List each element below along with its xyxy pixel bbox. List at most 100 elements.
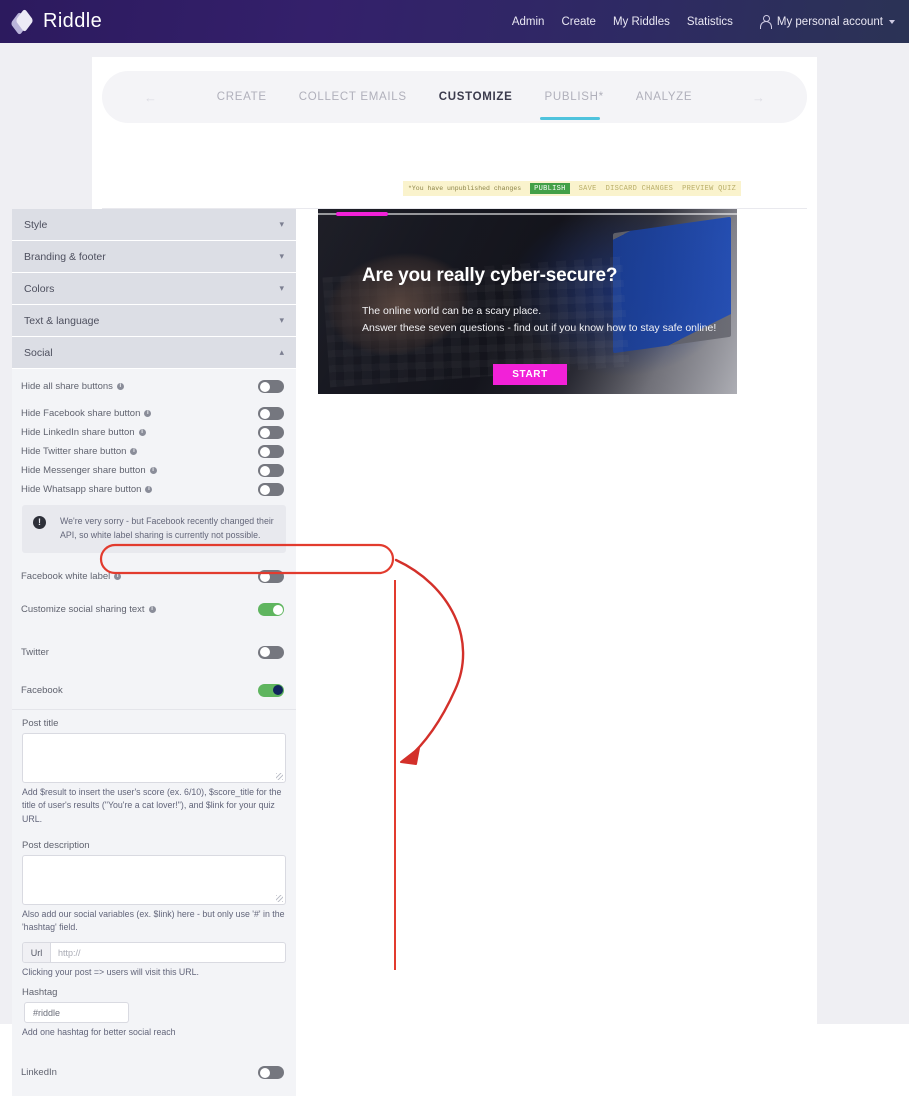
- info-icon[interactable]: i: [149, 467, 157, 474]
- toggle-label-hide-messenger-share: Hide Messenger share button: [21, 465, 146, 476]
- accordion-item-social[interactable]: Social ▴: [12, 337, 296, 369]
- arrow-right-icon[interactable]: →: [752, 90, 765, 105]
- chevron-down-icon: ▾: [279, 315, 284, 325]
- toggle-row-twitter: Twitter: [12, 633, 296, 671]
- save-button[interactable]: SAVE: [579, 185, 597, 193]
- url-hint: Clicking your post => users will visit t…: [22, 967, 199, 978]
- discard-changes-button[interactable]: DISCARD CHANGES: [606, 185, 674, 193]
- post-title-input[interactable]: [22, 733, 286, 784]
- accordion-label-text-language: Text & language: [24, 314, 100, 327]
- toggle-linkedin[interactable]: [258, 1066, 284, 1080]
- toggle-facebook[interactable]: [258, 683, 284, 697]
- publish-button[interactable]: PUBLISH: [530, 183, 570, 194]
- accordion-label-style: Style: [24, 218, 48, 231]
- brand-logo-group[interactable]: Riddle: [10, 7, 103, 36]
- info-icon[interactable]: i: [138, 429, 146, 436]
- post-title-hint: Add $result to insert the user's score (…: [22, 787, 282, 824]
- toggle-row-hide-whatsapp-share: Hide Whatsapp share button i: [12, 480, 296, 499]
- chevron-down-icon: ▾: [279, 219, 284, 229]
- toggle-hide-messenger-share[interactable]: [258, 464, 284, 477]
- preview-quiz-button[interactable]: PREVIEW QUIZ: [682, 185, 736, 193]
- account-label: My personal account: [776, 15, 883, 28]
- hashtag-hint: Add one hashtag for better social reach: [22, 1027, 176, 1038]
- customize-sidebar: Style ▾ Branding & footer ▾ Colors ▾ Tex…: [12, 209, 296, 1096]
- info-icon[interactable]: i: [148, 606, 156, 614]
- toggle-label-hide-linkedin-share: Hide LinkedIn share button: [21, 427, 135, 438]
- toggle-label-hide-facebook-share: Hide Facebook share button: [21, 408, 141, 419]
- post-description-hint: Also add our social variables (ex. $link…: [22, 908, 285, 932]
- toggle-hide-facebook-share[interactable]: [258, 407, 284, 420]
- page-background: ← CREATE COLLECT EMAILS CUSTOMIZE PUBLIS…: [0, 43, 909, 1096]
- nav-link-statistics[interactable]: Statistics: [687, 16, 733, 28]
- post-description-input[interactable]: [22, 854, 286, 905]
- url-input[interactable]: http://: [51, 943, 285, 962]
- info-icon[interactable]: i: [130, 448, 138, 455]
- url-input-group[interactable]: Url http://: [22, 942, 286, 964]
- preview-quiz-line2: Answer these seven questions - find out …: [362, 322, 717, 334]
- top-nav-links: Admin Create My Riddles Statistics My pe…: [512, 15, 895, 29]
- info-icon[interactable]: i: [144, 410, 152, 417]
- facebook-api-notice: ! We're very sorry - but Facebook recent…: [22, 505, 286, 554]
- toggle-label-hide-whatsapp-share: Hide Whatsapp share button: [21, 484, 142, 495]
- account-menu[interactable]: My personal account: [760, 15, 895, 29]
- toggle-hide-whatsapp-share[interactable]: [258, 483, 284, 496]
- tab-customize[interactable]: CUSTOMIZE: [437, 87, 515, 107]
- tab-collect-emails[interactable]: COLLECT EMAILS: [297, 87, 409, 107]
- post-description-label: Post description: [22, 839, 90, 851]
- toggle-customize-social-sharing-text[interactable]: [258, 603, 284, 617]
- nav-link-my-riddles[interactable]: My Riddles: [613, 16, 670, 28]
- toggle-row-facebook-white-label: Facebook white label i: [12, 567, 296, 586]
- toggle-row-hide-all-share: Hide all share buttons i: [12, 377, 296, 396]
- accordion-label-branding-footer: Branding & footer: [24, 250, 106, 263]
- tab-create[interactable]: CREATE: [215, 87, 269, 107]
- url-prefix-label: Url: [23, 943, 51, 963]
- toggle-label-facebook-white-label: Facebook white label: [21, 571, 111, 583]
- editor-tabstrip: ← CREATE COLLECT EMAILS CUSTOMIZE PUBLIS…: [102, 71, 807, 123]
- chevron-down-icon: [889, 19, 895, 24]
- toggle-label-facebook: Facebook: [21, 684, 63, 696]
- exclamation-icon: !: [33, 516, 46, 529]
- unpublished-changes-warning: *You have unpublished changes: [408, 185, 522, 192]
- toggle-row-hide-facebook-share: Hide Facebook share button i: [12, 404, 296, 423]
- chevron-up-icon: ▴: [279, 347, 284, 357]
- tab-publish[interactable]: PUBLISH*: [543, 87, 606, 107]
- nav-link-create[interactable]: Create: [561, 16, 596, 28]
- toggle-label-hide-all-share: Hide all share buttons: [21, 381, 113, 392]
- accordion-item-colors[interactable]: Colors ▾: [12, 273, 296, 305]
- accordion-label-colors: Colors: [24, 282, 55, 295]
- tab-analyze[interactable]: ANALYZE: [634, 87, 694, 107]
- toggle-hide-twitter-share[interactable]: [258, 445, 284, 458]
- info-icon[interactable]: i: [114, 573, 122, 581]
- arrow-left-icon[interactable]: ←: [144, 90, 157, 105]
- post-description-field-block: Post description Also add our social var…: [12, 840, 296, 934]
- accordion-item-branding-footer[interactable]: Branding & footer ▾: [12, 241, 296, 273]
- info-icon[interactable]: i: [116, 383, 124, 390]
- toggle-label-customize-social-sharing-text: Customize social sharing text: [21, 604, 145, 616]
- toggle-facebook-white-label[interactable]: [258, 570, 284, 584]
- preview-start-button[interactable]: START: [493, 364, 567, 385]
- toggle-row-facebook: Facebook: [12, 671, 296, 709]
- preview-progress-fill: [336, 212, 388, 216]
- chevron-down-icon: ▾: [279, 251, 284, 261]
- toggle-row-customize-social-sharing-text: Customize social sharing text i: [12, 600, 296, 619]
- accordion-item-style[interactable]: Style ▾: [12, 209, 296, 241]
- publish-bar: *You have unpublished changes PUBLISH SA…: [403, 181, 742, 196]
- toggle-row-linkedin: LinkedIn: [12, 1054, 296, 1092]
- nav-link-admin[interactable]: Admin: [512, 16, 545, 28]
- accordion-item-text-language[interactable]: Text & language ▾: [12, 305, 296, 337]
- social-panel: Hide all share buttons i Hide Facebook sh…: [12, 369, 296, 1096]
- post-title-label: Post title: [22, 718, 59, 730]
- toggle-hide-all-share[interactable]: [258, 380, 284, 393]
- info-icon[interactable]: i: [145, 486, 153, 493]
- toggle-twitter[interactable]: [258, 645, 284, 659]
- toggle-label-hide-twitter-share: Hide Twitter share button: [21, 446, 127, 457]
- preview-quiz-title: Are you really cyber-secure?: [362, 265, 618, 286]
- toggle-label-twitter: Twitter: [21, 646, 49, 658]
- top-navigation-bar: Riddle Admin Create My Riddles Statistic…: [0, 0, 909, 43]
- hashtag-input[interactable]: #riddle: [24, 1002, 129, 1024]
- url-field-block: Url http:// Clicking your post => users …: [12, 942, 296, 979]
- brand-name: Riddle: [43, 10, 103, 32]
- toggle-hide-linkedin-share[interactable]: [258, 426, 284, 439]
- riddle-diamond-logo-icon: [10, 7, 36, 36]
- post-title-field-block: Post title Add $result to insert the use…: [12, 718, 296, 826]
